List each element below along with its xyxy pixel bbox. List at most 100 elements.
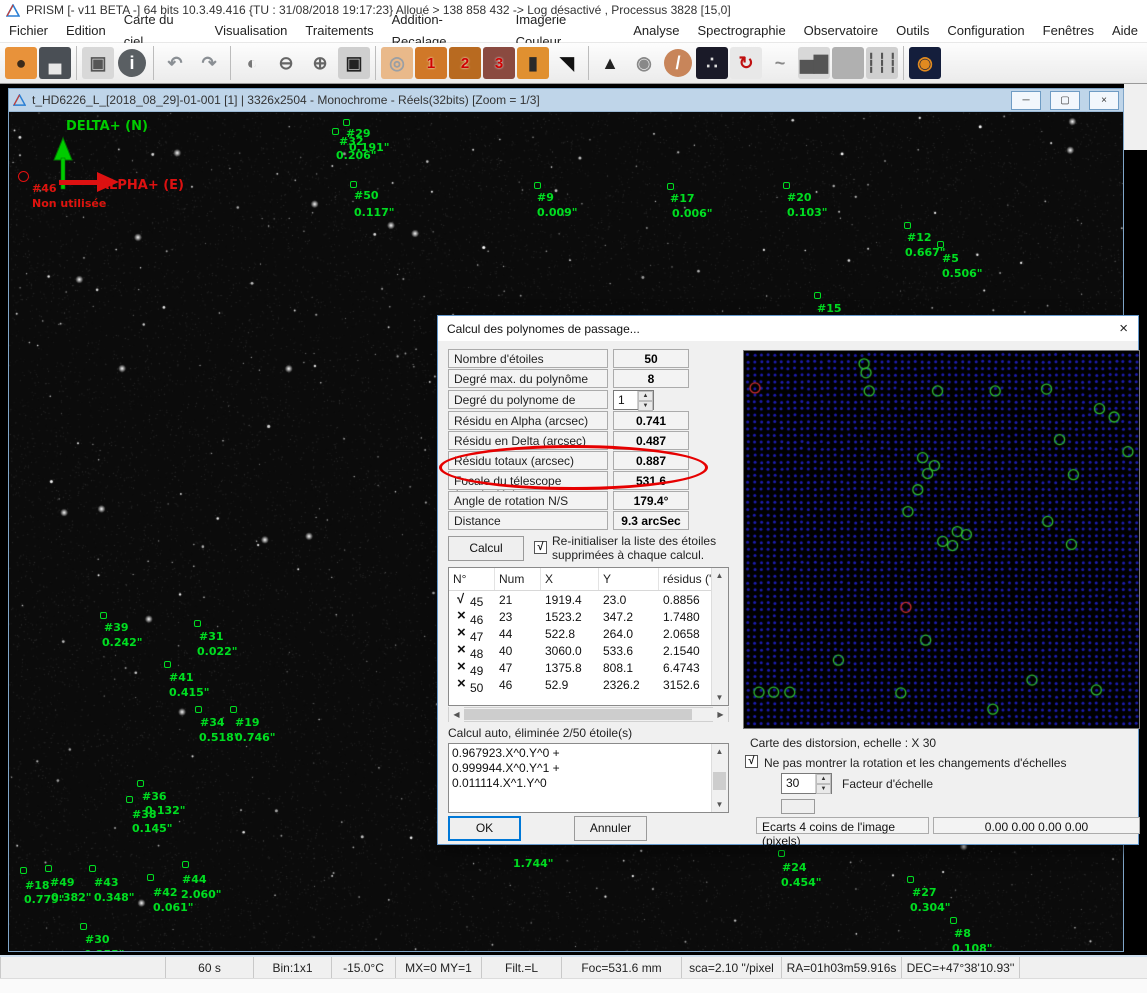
contrast-icon[interactable]: ◐ [236,47,268,79]
undo-icon[interactable]: ↶ [159,47,191,79]
scrollbar-thumb[interactable] [464,709,692,720]
zoom-in-icon[interactable]: ⊕ [304,47,336,79]
cell: 6.4743 [659,661,713,675]
table-row[interactable]: √45211919.423.00.8856 [449,591,713,608]
check-icon: √ [453,591,470,606]
star-residual-49: 0.382" [51,891,92,904]
camera-2-icon[interactable]: 2 [449,47,481,79]
bottom-strip [0,978,1147,993]
star-marker-50 [350,181,357,188]
cell: 44 [495,627,541,641]
zoom-region-icon[interactable]: ▣ [338,47,370,79]
menu-analyse[interactable]: Analyse [624,20,688,42]
camera-1-icon[interactable]: 1 [415,47,447,79]
table-row[interactable]: ×46231523.2347.21.7480 [449,608,713,625]
menu-traitements[interactable]: Traitements [296,20,382,42]
star-label-36: #36 [142,790,167,803]
menu-visualisation[interactable]: Visualisation [206,20,297,42]
hide-rotation-checkbox[interactable]: √ [745,755,758,768]
star-residual-38: 0.145" [132,822,173,835]
star-label-34: #34 [200,716,225,729]
star-label-44: #44 [182,873,207,886]
menu-aide[interactable]: Aide [1103,20,1147,42]
ok-button[interactable]: OK [448,816,521,841]
spinner-up-icon[interactable]: ▲ [638,391,653,401]
field-spinner-degr-du-polynome-de-passage[interactable]: 1▲▼ [613,390,654,410]
table-vertical-scrollbar[interactable]: ▲▼ [711,568,728,705]
star-residual-19: 0.746" [235,731,276,744]
scale-factor-spinner[interactable]: 30 ▲▼ [781,773,832,794]
menu-outils[interactable]: Outils [887,20,938,42]
calcul-button[interactable]: Calcul [448,536,524,561]
spinner-up-icon[interactable]: ▲ [816,774,831,784]
camera-barrel-icon[interactable]: ▮ [517,47,549,79]
blur-drop-icon[interactable]: ▲ [594,47,626,79]
blank-tile-icon[interactable] [832,47,864,79]
table-row[interactable]: ×49471375.8808.16.4743 [449,659,713,676]
spinner-down-icon[interactable]: ▼ [638,401,653,411]
table-header: N°NumXYrésidus ('') [449,568,713,591]
star-label-43: #43 [94,876,119,889]
table-horizontal-scrollbar[interactable]: ◀▶ [448,707,729,722]
poly-line-2: 0.011114.X^1.Y^0 [452,776,728,791]
star-residual-24: 0.454" [781,876,822,889]
cross-icon: × [453,624,470,641]
save-icon[interactable]: ▄ [39,47,71,79]
menu-fichier[interactable]: Fichier [0,20,57,42]
field-value-r-sidu-en-alpha-arcsec: 0.741 [613,411,689,430]
curve-icon[interactable]: ~ [764,47,796,79]
restore-button[interactable]: ▢ [1050,91,1080,110]
table-row[interactable]: ×4744522.8264.02.0658 [449,625,713,642]
field-value-nombre-d-toiles: 50 [613,349,689,368]
minimize-button[interactable]: ─ [1011,91,1041,110]
close-button[interactable]: × [1089,91,1119,110]
dialog-titlebar[interactable]: Calcul des polynomes de passage... [438,316,1138,341]
poly-vertical-scrollbar[interactable]: ▲▼ [711,744,728,812]
polynomial-textbox[interactable]: ▲▼ 0.967923.X^0.Y^0 +0.999944.X^0.Y^1 +0… [448,743,729,813]
status-segment-bin-1x1: Bin:1x1 [253,957,331,978]
table-row[interactable]: ×504652.92326.23152.6 [449,676,713,693]
menu-edition[interactable]: Edition [57,20,115,42]
scrollbar-thumb[interactable] [713,772,726,790]
globe-icon[interactable]: ◉ [628,47,660,79]
image-properties-icon[interactable]: ▣ [82,47,114,79]
menu-fen-tres[interactable]: Fenêtres [1034,20,1103,42]
observatory-icon[interactable]: ◉ [909,47,941,79]
reinit-checkbox-label: Re-initialiser la liste des étoiles supp… [552,534,732,563]
cancel-button[interactable]: Annuler [574,816,647,841]
menu-spectrographie[interactable]: Spectrographie [689,20,795,42]
histogram-icon[interactable]: ▅▇ [798,47,830,79]
poly-line-0: 0.967923.X^0.Y^0 + [452,746,728,761]
field-label-degr-du-polynome-de-passage: Degré du polynome de passage [448,390,608,409]
star-label-50: #50 [354,189,379,202]
slit-lines-icon[interactable]: ┆┆┆ [866,47,898,79]
menu-observatoire[interactable]: Observatoire [795,20,887,42]
redo-icon[interactable]: ↷ [193,47,225,79]
image-window-titlebar[interactable]: t_HD6226_L_[2018_08_29]-01-001 [1] | 332… [9,89,1123,112]
column-header-r-sidus: résidus ('') [659,568,713,590]
starfield-icon[interactable]: ∴ [696,47,728,79]
zoom-out-icon[interactable]: ⊖ [270,47,302,79]
camera-3-icon[interactable]: 3 [483,47,515,79]
field-value-focale-du-t-lescope-recalcul-e: 531.6 [613,471,689,490]
info-icon[interactable]: i [118,49,146,77]
spinner-down-icon[interactable]: ▼ [816,784,831,794]
star-marker-20 [783,182,790,189]
cell: 3152.6 [659,678,713,692]
star-residual-44: 2.060" [181,888,222,901]
tools-wrench-icon[interactable]: / [664,49,692,77]
turbine-icon[interactable]: ◎ [381,47,413,79]
dialog-close-icon[interactable]: × [1119,320,1128,337]
hide-rotation-checkbox-label: Ne pas montrer la rotation et les change… [764,756,1066,770]
small-blank-button[interactable] [781,799,815,814]
status-segment-ra-01h03m59-916s: RA=01h03m59.916s [781,957,901,978]
menu-configuration[interactable]: Configuration [938,20,1033,42]
auto-calc-text: Calcul auto, éliminée 2/50 étoile(s) [448,726,632,740]
toolbar-separator [375,46,376,80]
column-header-y: Y [599,568,659,590]
table-row[interactable]: ×48403060.0533.62.1540 [449,642,713,659]
open-image-icon[interactable]: ● [5,47,37,79]
registration-icon[interactable]: ↻ [730,47,762,79]
reinit-checkbox[interactable]: √ [534,541,547,554]
focuser-icon[interactable]: ◥ [551,47,583,79]
